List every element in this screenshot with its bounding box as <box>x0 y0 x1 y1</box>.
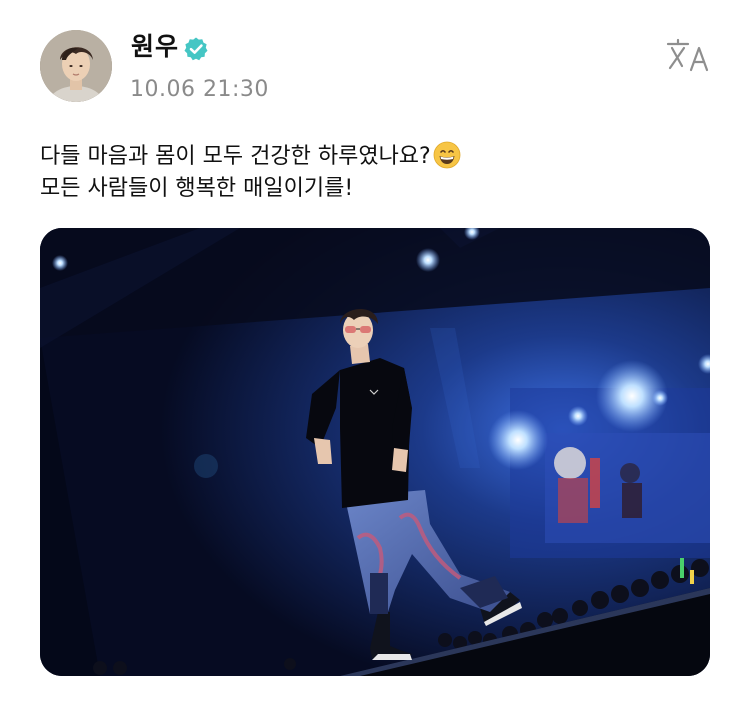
post-text-line-1-content: 다들 마음과 몸이 모두 건강한 하루였나요? <box>40 144 431 169</box>
post-text-line-1: 다들 마음과 몸이 모두 건강한 하루였나요? <box>40 141 710 173</box>
author-avatar[interactable] <box>40 30 112 102</box>
author-name[interactable]: 원우 <box>131 30 179 64</box>
verified-check-icon <box>184 37 208 61</box>
avatar-portrait-image <box>40 30 112 102</box>
translate-icon[interactable] <box>664 38 712 74</box>
grinning-face-emoji-icon <box>433 141 461 169</box>
concert-stage-photo <box>40 228 710 676</box>
post-body-text: 다들 마음과 몸이 모두 건강한 하루였나요? 모든 사람들이 행복한 매일이기… <box>40 141 710 205</box>
post-card: 원우 10.06 21:30 다들 마음과 몸이 모두 건강한 하루였나요? 모… <box>0 0 749 705</box>
post-photo[interactable] <box>40 228 710 676</box>
post-text-line-2: 모든 사람들이 행복한 매일이기를! <box>40 176 354 201</box>
post-timestamp: 10.06 21:30 <box>130 77 269 102</box>
